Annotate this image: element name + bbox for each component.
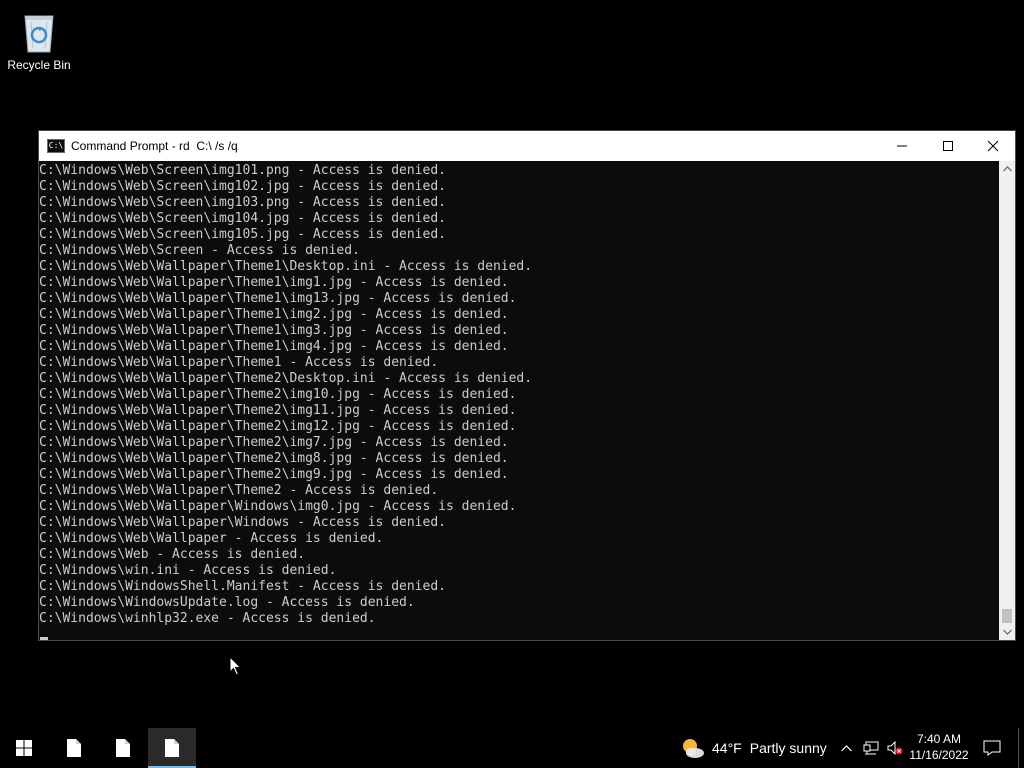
console-line: C:\Windows\Web\Wallpaper\Theme2\img12.jp… — [39, 419, 517, 434]
console-line: C:\Windows\Web - Access is denied. — [39, 547, 306, 562]
document-icon — [116, 739, 130, 757]
taskbar-item-document-2[interactable] — [99, 728, 147, 768]
console-line: C:\Windows\Web\Screen\img103.png - Acces… — [39, 195, 446, 210]
console-line: C:\Windows\Web\Screen\img102.jpg - Acces… — [39, 179, 446, 194]
minimize-button[interactable] — [879, 131, 925, 161]
cmd-icon: C:\ — [47, 139, 65, 153]
console-line: C:\Windows\Web\Wallpaper\Theme1 - Access… — [39, 355, 439, 370]
start-button[interactable] — [0, 728, 48, 768]
clock-date: 11/16/2022 — [909, 748, 969, 762]
volume-muted-icon — [887, 741, 903, 755]
console-output[interactable]: C:\Windows\Web\Screen\img101.png - Acces… — [39, 161, 999, 640]
taskbar-clock[interactable]: 7:40 AM 11/16/2022 — [906, 728, 972, 768]
window-title: Command Prompt - rd C:\ /s /q — [71, 139, 238, 153]
network-button[interactable] — [860, 728, 882, 768]
console-line: C:\Windows\Web\Wallpaper\Theme2\img10.jp… — [39, 387, 517, 402]
partly-sunny-icon — [683, 739, 704, 758]
document-icon — [165, 739, 179, 757]
mouse-pointer-icon — [229, 656, 242, 676]
volume-button[interactable] — [884, 728, 906, 768]
console-line: C:\Windows\Web\Wallpaper\Theme1\img4.jpg… — [39, 339, 509, 354]
taskbar-item-document-1[interactable] — [50, 728, 98, 768]
desktop-icon-label: Recycle Bin — [7, 58, 71, 72]
console-line: C:\Windows\Web\Wallpaper\Windows\img0.jp… — [39, 499, 517, 514]
console-line: C:\Windows\Web\Wallpaper\Theme1\img3.jpg… — [39, 323, 509, 338]
console-line: C:\Windows\winhlp32.exe - Access is deni… — [39, 611, 376, 626]
console-cursor — [40, 637, 48, 640]
command-prompt-window[interactable]: C:\ Command Prompt - rd C:\ /s /q C:\Win… — [38, 130, 1016, 641]
weather-condition: Partly sunny — [749, 740, 827, 756]
show-hidden-icons-button[interactable] — [836, 728, 856, 768]
console-line: C:\Windows\Web\Wallpaper\Theme2\img11.jp… — [39, 403, 517, 418]
action-center-button[interactable] — [976, 728, 1008, 768]
console-line: C:\Windows\Web\Screen\img105.jpg - Acces… — [39, 227, 446, 242]
console-line: C:\Windows\Web\Screen\img101.png - Acces… — [39, 163, 446, 178]
scroll-up-button[interactable] — [999, 161, 1015, 177]
chevron-up-icon — [840, 744, 852, 751]
console-line: C:\Windows\Web\Screen - Access is denied… — [39, 243, 360, 258]
console-line: C:\Windows\Web\Wallpaper\Theme1\img13.jp… — [39, 291, 517, 306]
console-lines: C:\Windows\Web\Screen\img101.png - Acces… — [39, 163, 532, 627]
desktop-icon-recycle-bin[interactable]: Recycle Bin — [4, 6, 74, 78]
weather-widget[interactable]: 44°F Partly sunny — [680, 728, 827, 768]
console-line: C:\Windows\Web\Wallpaper\Theme2\img8.jpg… — [39, 451, 509, 466]
maximize-button[interactable] — [925, 131, 971, 161]
console-line: C:\Windows\Web\Wallpaper\Theme2\img7.jpg… — [39, 435, 509, 450]
close-button[interactable] — [970, 131, 1016, 161]
console-line: C:\Windows\Web\Wallpaper\Theme1\img2.jpg… — [39, 307, 509, 322]
console-line: C:\Windows\Web\Wallpaper - Access is den… — [39, 531, 384, 546]
console-line: C:\Windows\Web\Wallpaper\Theme1\img1.jpg… — [39, 275, 509, 290]
console-line: C:\Windows\Web\Wallpaper\Theme1\Desktop.… — [39, 259, 533, 274]
scroll-thumb[interactable] — [1002, 609, 1012, 623]
console-line: C:\Windows\Web\Wallpaper\Theme2\img9.jpg… — [39, 467, 509, 482]
chevron-down-icon — [1002, 629, 1012, 635]
action-center-icon — [983, 740, 1001, 756]
chevron-up-icon — [1002, 166, 1012, 172]
console-line: C:\Windows\win.ini - Access is denied. — [39, 563, 337, 578]
windows-start-icon — [16, 740, 32, 756]
taskbar-item-document-3[interactable] — [148, 728, 196, 768]
weather-temperature: 44°F — [712, 740, 742, 756]
clock-time: 7:40 AM — [916, 732, 962, 746]
scroll-down-button[interactable] — [999, 624, 1015, 640]
console-line: C:\Windows\Web\Screen\img104.jpg - Acces… — [39, 211, 446, 226]
recycle-bin-icon — [24, 15, 54, 53]
console-line: C:\Windows\Web\Wallpaper\Windows - Acces… — [39, 515, 446, 530]
close-icon — [987, 140, 999, 152]
console-line: C:\Windows\WindowsUpdate.log - Access is… — [39, 595, 415, 610]
taskbar: 44°F Partly sunny 7:40 AM 11/16/2022 — [0, 728, 1024, 768]
console-line: C:\Windows\Web\Wallpaper\Theme2 - Access… — [39, 483, 439, 498]
network-icon — [863, 741, 879, 755]
maximize-icon — [943, 141, 953, 151]
document-icon — [67, 739, 81, 757]
minimize-icon — [897, 145, 907, 147]
console-line: C:\Windows\Web\Wallpaper\Theme2\Desktop.… — [39, 371, 533, 386]
console-line: C:\Windows\WindowsShell.Manifest - Acces… — [39, 579, 446, 594]
show-desktop-button[interactable] — [1018, 728, 1024, 768]
desktop: Recycle Bin C:\ Command Prompt - rd C:\ … — [0, 0, 1024, 768]
window-titlebar[interactable]: C:\ Command Prompt - rd C:\ /s /q — [39, 131, 1015, 161]
vertical-scrollbar[interactable] — [999, 161, 1015, 640]
